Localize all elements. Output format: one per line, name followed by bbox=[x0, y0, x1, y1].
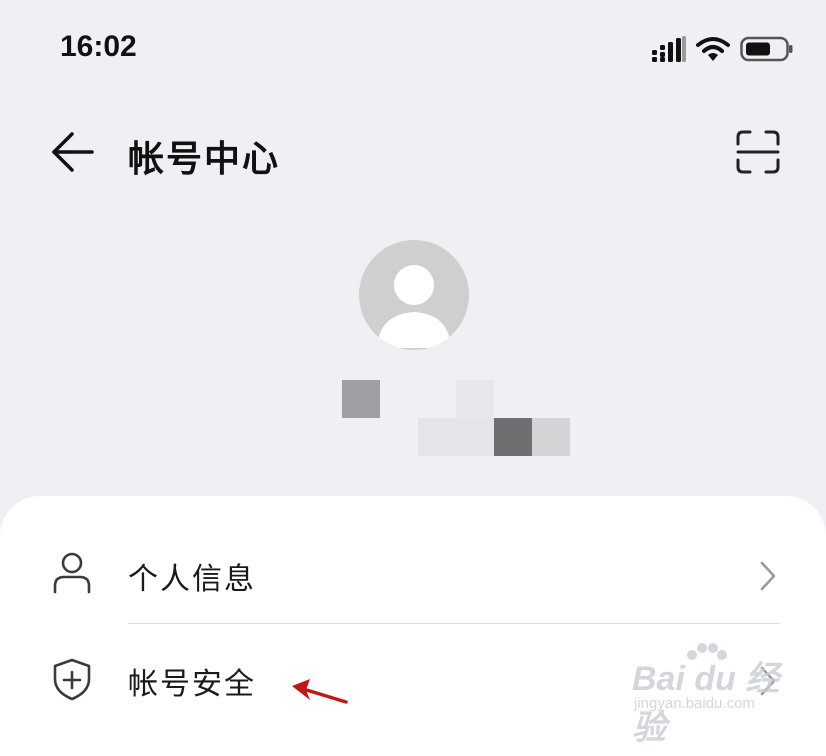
mosaic-block bbox=[342, 380, 380, 418]
app-header: 帐号中心 bbox=[0, 110, 826, 194]
default-avatar-icon bbox=[377, 265, 451, 348]
menu-item-personal-info[interactable]: 个人信息 bbox=[0, 526, 826, 626]
shield-plus-icon bbox=[53, 658, 91, 701]
divider bbox=[128, 623, 780, 624]
annotation-arrow-icon bbox=[292, 679, 348, 704]
back-arrow-icon bbox=[52, 132, 94, 172]
page-title: 帐号中心 bbox=[128, 139, 281, 180]
status-icons bbox=[652, 36, 794, 62]
status-bar: 16:02 bbox=[0, 0, 826, 100]
signal-icon bbox=[652, 36, 686, 62]
menu-item-label: 个人信息 bbox=[128, 562, 256, 597]
mosaic-block bbox=[418, 418, 494, 456]
person-icon bbox=[53, 552, 91, 594]
mosaic-block bbox=[456, 380, 494, 418]
status-time: 16:02 bbox=[60, 30, 137, 63]
avatar[interactable] bbox=[359, 240, 469, 350]
back-button[interactable] bbox=[48, 128, 96, 176]
wifi-icon bbox=[696, 37, 730, 61]
watermark-url: jingyan.baidu.com bbox=[634, 695, 755, 712]
scan-button[interactable] bbox=[736, 130, 780, 174]
baidu-watermark: Bai du 经验 jingyan.baidu.com bbox=[632, 643, 802, 747]
redacted-username-mosaic bbox=[342, 380, 572, 456]
battery-icon bbox=[740, 36, 793, 62]
scan-icon bbox=[736, 130, 780, 174]
menu-item-label: 帐号安全 bbox=[128, 667, 256, 702]
chevron-right-icon bbox=[760, 561, 776, 591]
mosaic-block bbox=[494, 418, 532, 456]
mosaic-block bbox=[532, 418, 570, 456]
